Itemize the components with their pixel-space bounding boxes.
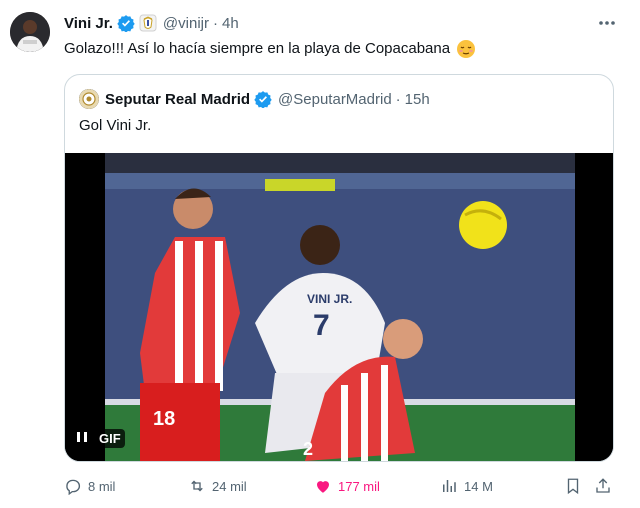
share-icon <box>596 478 610 493</box>
retweet-count: 24 mil <box>212 478 247 494</box>
quoted-tweet-header: Seputar Real Madrid @SeputarMadrid · 15h <box>79 87 430 111</box>
relieved-face-emoji-icon <box>456 39 476 59</box>
views-chart-icon <box>443 480 456 492</box>
tweet-action-bar: 8 mil 24 mil 177 mil 14 M <box>64 472 624 500</box>
bookmark-icon <box>567 478 579 495</box>
bookmark-button[interactable] <box>564 472 582 500</box>
heart-icon <box>317 481 329 493</box>
pause-icon[interactable] <box>75 430 89 447</box>
author-name[interactable]: Vini Jr. <box>64 15 113 32</box>
quoted-author-name[interactable]: Seputar Real Madrid <box>105 91 250 108</box>
reply-icon <box>66 479 81 495</box>
separator-dot: · <box>395 90 401 108</box>
tweet-body: Golazo!!! Así lo hacía siempre en la pla… <box>64 40 451 57</box>
author-avatar[interactable] <box>10 12 50 52</box>
gif-controls: GIF <box>75 427 125 449</box>
retweet-button[interactable]: 24 mil <box>188 472 247 500</box>
more-options-icon[interactable] <box>596 14 618 32</box>
share-button[interactable] <box>594 472 612 500</box>
tweet-timestamp[interactable]: 4h <box>222 15 239 32</box>
jersey-number-right: 2 <box>303 439 313 459</box>
verified-badge-icon <box>254 90 272 108</box>
separator-dot: · <box>212 14 218 32</box>
retweet-icon <box>191 480 203 492</box>
jersey-number-white: 7 <box>313 309 330 342</box>
quoted-gif-media[interactable]: 18 VINI JR. 7 2 GIF <box>65 153 613 461</box>
tweet-text: Golazo!!! Así lo hacía siempre en la pla… <box>64 38 476 60</box>
quoted-tweet-card[interactable]: Seputar Real Madrid @SeputarMadrid · 15h… <box>64 74 614 462</box>
quoted-author-handle[interactable]: @SeputarMadrid <box>278 91 392 108</box>
like-count: 177 mil <box>338 478 380 494</box>
verified-badge-icon <box>117 14 135 32</box>
author-handle[interactable]: @vinijr <box>163 15 209 32</box>
reply-button[interactable]: 8 mil <box>64 472 115 500</box>
views-button[interactable]: 14 M <box>440 472 493 500</box>
quoted-author-avatar[interactable] <box>79 89 99 109</box>
club-crest-icon <box>139 14 157 32</box>
like-button[interactable]: 177 mil <box>314 472 380 500</box>
gif-frame-illustration: 18 VINI JR. 7 2 <box>65 153 613 461</box>
jersey-name-white: VINI JR. <box>307 292 352 306</box>
view-count: 14 M <box>464 478 493 494</box>
gif-badge: GIF <box>95 428 125 448</box>
jersey-number-left: 18 <box>153 408 175 430</box>
quoted-tweet-text: Gol Vini Jr. <box>79 117 152 134</box>
tweet-header: Vini Jr. @vinijr · 4h <box>64 12 239 34</box>
reply-count: 8 mil <box>88 478 116 494</box>
quoted-tweet-timestamp[interactable]: 15h <box>405 91 430 108</box>
